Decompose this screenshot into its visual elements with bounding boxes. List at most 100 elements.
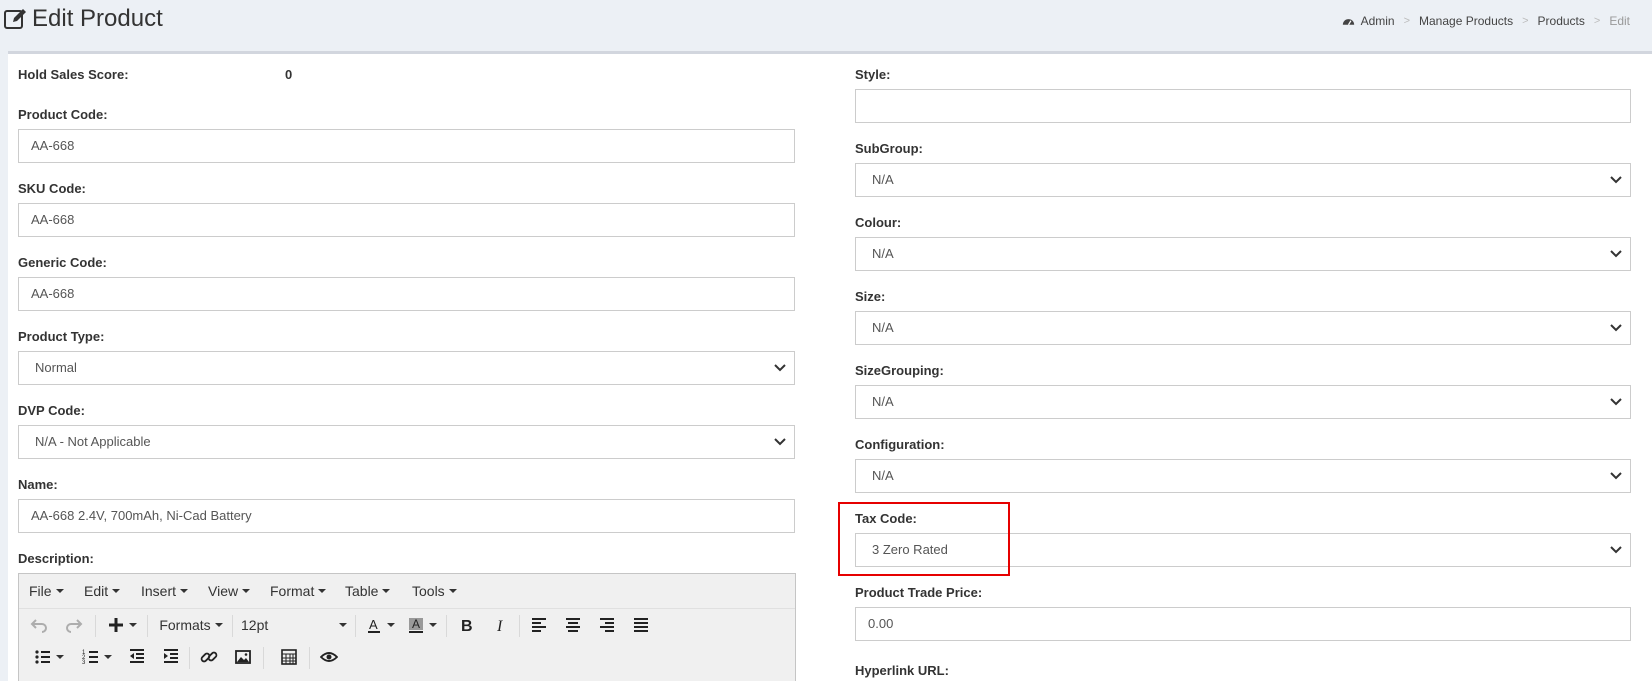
bg-color-button[interactable]: A xyxy=(404,613,440,637)
menu-insert[interactable]: Insert xyxy=(141,583,189,599)
font-size-dropdown[interactable]: 12pt xyxy=(239,613,349,637)
menu-edit[interactable]: Edit xyxy=(84,583,121,599)
breadcrumb-separator: > xyxy=(1403,15,1411,27)
dashboard-icon xyxy=(1342,18,1354,25)
page-title-wrap: Edit Product xyxy=(3,5,163,33)
chevron-down-icon xyxy=(1610,398,1622,406)
chevron-down-icon xyxy=(774,364,786,372)
description-editor[interactable]: File Edit Insert View Format Table Tools… xyxy=(18,573,796,681)
editor-menubar: File Edit Insert View Format Table Tools xyxy=(19,574,795,609)
align-center-button[interactable] xyxy=(561,613,585,637)
breadcrumb-products[interactable]: Products xyxy=(1538,14,1585,28)
menu-edit-label: Edit xyxy=(84,583,109,599)
trade-price-input[interactable]: 0.00 xyxy=(855,607,1631,641)
toolbar-separator xyxy=(263,647,264,669)
table-grid-icon xyxy=(281,649,297,665)
product-type-select[interactable]: Normal xyxy=(18,351,795,385)
italic-icon: I xyxy=(496,618,503,634)
menu-format[interactable]: Format xyxy=(270,583,327,599)
redo-button[interactable] xyxy=(62,613,86,637)
size-grouping-label: SizeGrouping: xyxy=(855,363,944,378)
caret-down-icon xyxy=(55,589,64,593)
link-button[interactable] xyxy=(197,645,221,669)
align-right-button[interactable] xyxy=(595,613,619,637)
editor-toolbar-row-1: Formats 12pt A A B I xyxy=(19,609,795,641)
page-header: Edit Product Admin > Manage Products > P… xyxy=(0,0,1652,50)
redo-icon xyxy=(66,619,83,633)
page-title: Edit Product xyxy=(32,5,163,32)
product-type-label: Product Type: xyxy=(18,329,105,344)
menu-tools[interactable]: Tools xyxy=(412,583,457,599)
trade-price-label: Product Trade Price: xyxy=(855,585,983,600)
caret-down-icon xyxy=(387,623,395,627)
outdent-button[interactable] xyxy=(125,645,149,669)
editor-toolbar-row-2: 123 xyxy=(19,641,795,673)
indent-icon xyxy=(164,649,178,663)
size-grouping-select[interactable]: N/A xyxy=(855,385,1631,419)
chevron-down-icon xyxy=(1610,546,1622,554)
dvp-code-select[interactable]: N/A - Not Applicable xyxy=(18,425,795,459)
caret-down-icon xyxy=(112,589,121,593)
menu-view[interactable]: View xyxy=(208,583,251,599)
sku-code-input[interactable]: AA-668 xyxy=(18,203,795,237)
name-input[interactable]: AA-668 2.4V, 700mAh, Ni-Cad Battery xyxy=(18,499,795,533)
indent-button[interactable] xyxy=(159,645,183,669)
chevron-down-icon xyxy=(1610,250,1622,258)
style-label: Style: xyxy=(855,67,891,82)
breadcrumb-manage-products[interactable]: Manage Products xyxy=(1419,14,1513,28)
size-value: N/A xyxy=(872,320,894,335)
menu-file[interactable]: File xyxy=(29,583,64,599)
menu-table[interactable]: Table xyxy=(345,583,391,599)
svg-text:I: I xyxy=(496,618,503,634)
preview-icon xyxy=(320,652,338,662)
image-icon xyxy=(235,650,251,664)
breadcrumb-admin[interactable]: Admin xyxy=(1361,14,1395,28)
subgroup-select[interactable]: N/A xyxy=(855,163,1631,197)
outdent-icon xyxy=(130,649,144,663)
generic-code-label: Generic Code: xyxy=(18,255,107,270)
caret-down-icon xyxy=(339,623,347,627)
toolbar-separator xyxy=(147,615,148,637)
align-left-button[interactable] xyxy=(527,613,551,637)
insert-plus-icon xyxy=(109,618,123,632)
toolbar-separator xyxy=(446,615,447,637)
numbered-list-icon: 123 xyxy=(82,650,98,666)
caret-down-icon xyxy=(318,589,327,593)
align-right-icon xyxy=(600,618,614,632)
caret-down-icon xyxy=(129,623,137,627)
style-input[interactable] xyxy=(855,89,1631,123)
menu-table-label: Table xyxy=(345,583,379,599)
hyperlink-label: Hyperlink URL: xyxy=(855,663,949,678)
table-button[interactable] xyxy=(277,645,301,669)
bullet-list-button[interactable] xyxy=(29,645,69,669)
justify-button[interactable] xyxy=(629,613,653,637)
product-code-input[interactable]: AA-668 xyxy=(18,129,795,163)
font-size-value: 12pt xyxy=(241,617,269,633)
sku-code-label: SKU Code: xyxy=(18,181,86,196)
italic-button[interactable]: I xyxy=(488,613,512,637)
caret-down-icon xyxy=(429,623,437,627)
image-button[interactable] xyxy=(231,645,255,669)
generic-code-input[interactable]: AA-668 xyxy=(18,277,795,311)
justify-icon xyxy=(634,618,648,632)
undo-button[interactable] xyxy=(27,613,51,637)
bold-button[interactable]: B xyxy=(454,613,478,637)
colour-select[interactable]: N/A xyxy=(855,237,1631,271)
caret-down-icon xyxy=(180,589,189,593)
edit-icon xyxy=(4,9,26,29)
numbered-list-button[interactable]: 123 xyxy=(77,645,117,669)
breadcrumb-edit: Edit xyxy=(1609,14,1630,28)
size-select[interactable]: N/A xyxy=(855,311,1631,345)
preview-button[interactable] xyxy=(317,645,341,669)
insert-button[interactable] xyxy=(103,613,141,637)
subgroup-value: N/A xyxy=(872,172,894,187)
bullet-list-icon xyxy=(35,650,50,664)
configuration-select[interactable]: N/A xyxy=(855,459,1631,493)
svg-text:A: A xyxy=(412,617,420,631)
chevron-down-icon xyxy=(774,438,786,446)
subgroup-label: SubGroup: xyxy=(855,141,923,156)
font-color-button[interactable]: A xyxy=(362,613,398,637)
hold-sales-score-value: 0 xyxy=(285,67,293,82)
formats-label: Formats xyxy=(159,617,211,633)
formats-dropdown[interactable]: Formats xyxy=(155,613,227,637)
